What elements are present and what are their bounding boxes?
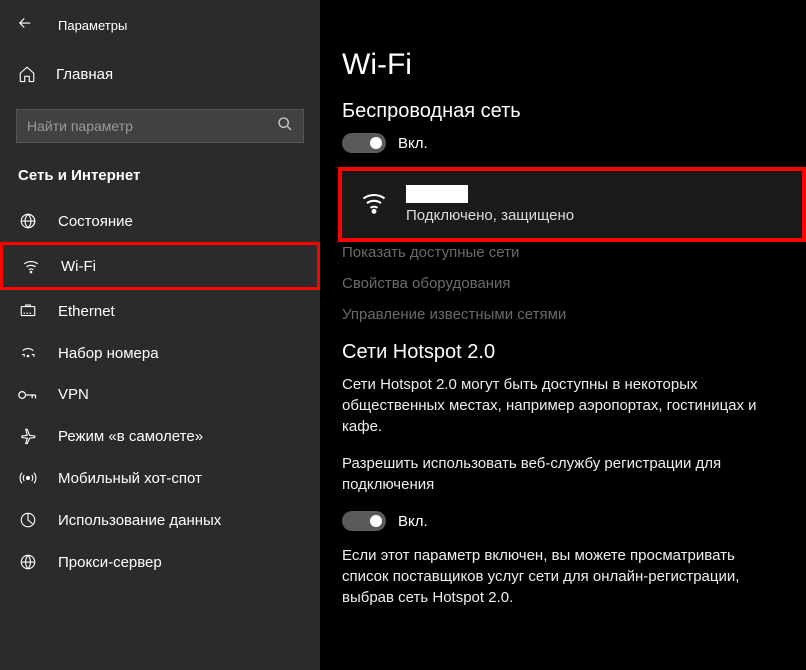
sidebar-item-label: Использование данных bbox=[58, 512, 221, 529]
search-box[interactable] bbox=[16, 109, 304, 143]
sidebar-item-vpn[interactable]: VPN bbox=[0, 374, 320, 415]
ethernet-icon bbox=[18, 302, 38, 320]
sidebar-item-label: Wi-Fi bbox=[61, 258, 96, 275]
wifi-icon bbox=[21, 257, 41, 275]
window-title: Параметры bbox=[58, 18, 127, 33]
proxy-icon bbox=[18, 553, 38, 571]
sidebar-item-label: Набор номера bbox=[58, 345, 159, 362]
wifi-toggle[interactable] bbox=[342, 133, 386, 153]
network-name-redacted bbox=[406, 185, 468, 203]
sidebar-item-ethernet[interactable]: Ethernet bbox=[0, 290, 320, 332]
hotspot-desc: Сети Hotspot 2.0 могут быть доступны в н… bbox=[342, 374, 784, 437]
hotspot-icon bbox=[18, 469, 38, 487]
airplane-icon bbox=[18, 427, 38, 445]
hotspot-toggle[interactable] bbox=[342, 511, 386, 531]
sidebar-item-label: Состояние bbox=[58, 213, 133, 230]
hotspot-allow-text: Разрешить использовать веб-службу регист… bbox=[342, 453, 784, 495]
home-icon bbox=[18, 65, 36, 83]
link-show-networks[interactable]: Показать доступные сети bbox=[342, 242, 784, 261]
page-title: Wi-Fi bbox=[342, 48, 784, 82]
hotspot-toggle-label: Вкл. bbox=[398, 513, 428, 530]
sidebar-item-dialup[interactable]: Набор номера bbox=[0, 332, 320, 374]
wifi-toggle-label: Вкл. bbox=[398, 135, 428, 152]
status-icon bbox=[18, 212, 38, 230]
search-input[interactable] bbox=[27, 118, 277, 134]
sidebar-item-label: VPN bbox=[58, 386, 89, 403]
sidebar-item-proxy[interactable]: Прокси-сервер bbox=[0, 541, 320, 583]
wifi-signal-icon bbox=[360, 188, 388, 221]
search-icon bbox=[277, 116, 293, 137]
sidebar-item-status[interactable]: Состояние bbox=[0, 200, 320, 242]
wireless-heading: Беспроводная сеть bbox=[342, 100, 784, 123]
hotspot-heading: Сети Hotspot 2.0 bbox=[342, 341, 784, 364]
sidebar-item-label: Прокси-сервер bbox=[58, 554, 162, 571]
sidebar-item-label: Ethernet bbox=[58, 303, 115, 320]
section-label: Сеть и Интернет bbox=[0, 159, 320, 200]
hotspot-note: Если этот параметр включен, вы можете пр… bbox=[342, 545, 784, 608]
datausage-icon bbox=[18, 511, 38, 529]
home-button[interactable]: Главная bbox=[0, 51, 320, 97]
network-status: Подключено, защищено bbox=[406, 207, 574, 224]
sidebar-item-label: Мобильный хот-спот bbox=[58, 470, 202, 487]
sidebar-item-datausage[interactable]: Использование данных bbox=[0, 499, 320, 541]
sidebar-item-airplane[interactable]: Режим «в самолете» bbox=[0, 415, 320, 457]
home-label: Главная bbox=[56, 66, 113, 83]
vpn-icon bbox=[18, 388, 38, 402]
link-manage-known[interactable]: Управление известными сетями bbox=[342, 306, 784, 323]
back-icon[interactable] bbox=[16, 14, 34, 37]
network-card[interactable]: Подключено, защищено bbox=[338, 167, 806, 242]
sidebar-item-hotspot[interactable]: Мобильный хот-спот bbox=[0, 457, 320, 499]
dialup-icon bbox=[18, 344, 38, 362]
link-hardware-props[interactable]: Свойства оборудования bbox=[342, 275, 784, 292]
sidebar-item-wifi[interactable]: Wi-Fi bbox=[0, 242, 320, 290]
sidebar-item-label: Режим «в самолете» bbox=[58, 428, 203, 445]
